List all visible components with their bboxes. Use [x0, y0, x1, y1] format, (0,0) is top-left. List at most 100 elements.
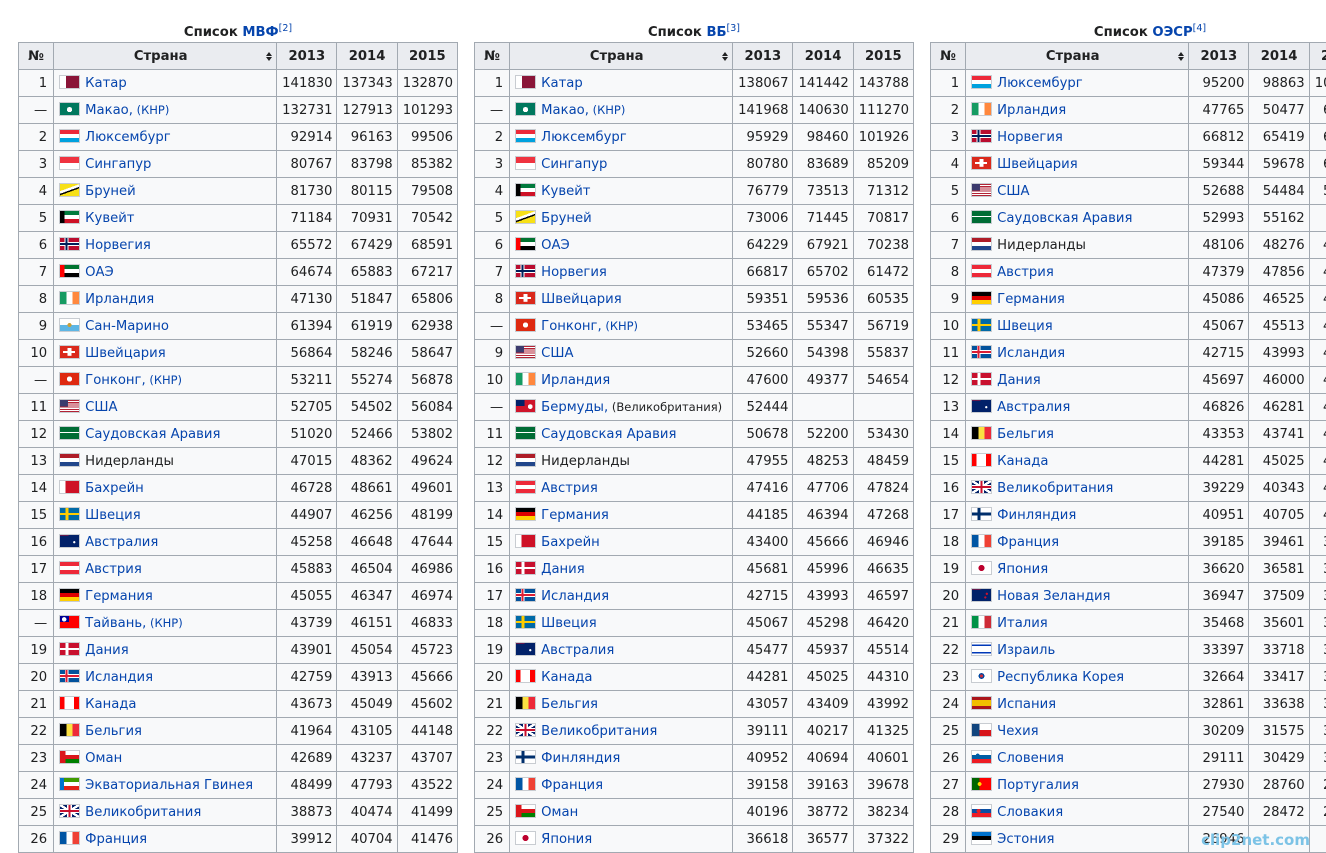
- year-header[interactable]: 2015: [396, 42, 459, 70]
- year-header[interactable]: 2013: [1188, 42, 1250, 70]
- country-link[interactable]: Норвегия: [85, 238, 151, 253]
- year-header[interactable]: 2015: [852, 42, 915, 70]
- rank-header[interactable]: №: [473, 42, 511, 70]
- country-link[interactable]: Франция: [85, 832, 147, 847]
- country-note[interactable]: (КНР): [146, 373, 182, 387]
- country-link[interactable]: США: [541, 346, 573, 361]
- country-link[interactable]: Сингапур: [541, 157, 607, 172]
- country-link[interactable]: Бермуды,: [541, 400, 608, 415]
- country-link[interactable]: Австрия: [85, 562, 142, 577]
- country-note[interactable]: (КНР): [589, 103, 626, 117]
- country-link[interactable]: Ирландия: [85, 292, 154, 307]
- country-link[interactable]: Норвегия: [541, 265, 607, 280]
- country-link[interactable]: Исландия: [541, 589, 609, 604]
- country-link[interactable]: ОАЭ: [541, 238, 570, 253]
- country-link[interactable]: Люксембург: [85, 130, 171, 145]
- country-header[interactable]: Страна: [965, 42, 1190, 70]
- country-link[interactable]: Чехия: [997, 724, 1038, 739]
- year-header[interactable]: 2015: [1308, 42, 1326, 70]
- country-link[interactable]: Нидерланды: [85, 454, 174, 469]
- country-link[interactable]: Швеция: [85, 508, 140, 523]
- sort-icon[interactable]: [266, 52, 273, 62]
- country-link[interactable]: Австралия: [85, 535, 158, 550]
- country-link[interactable]: Швейцария: [85, 346, 166, 361]
- year-header[interactable]: 2014: [792, 42, 854, 70]
- country-link[interactable]: Оман: [541, 805, 578, 820]
- country-link[interactable]: Израиль: [997, 643, 1055, 658]
- country-link[interactable]: Бруней: [541, 211, 592, 226]
- country-link[interactable]: Дания: [85, 643, 129, 658]
- country-link[interactable]: Великобритания: [85, 805, 201, 820]
- year-header[interactable]: 2013: [732, 42, 794, 70]
- country-link[interactable]: Австралия: [997, 400, 1070, 415]
- country-link[interactable]: Япония: [541, 832, 592, 847]
- country-note[interactable]: (КНР): [602, 319, 638, 333]
- country-link[interactable]: Новая Зеландия: [997, 589, 1110, 604]
- caption-source-link[interactable]: МВФ: [242, 25, 278, 40]
- country-link[interactable]: Португалия: [997, 778, 1079, 793]
- country-link[interactable]: Великобритания: [997, 481, 1113, 496]
- country-link[interactable]: Швейцария: [541, 292, 622, 307]
- country-link[interactable]: Канада: [541, 670, 592, 685]
- country-link[interactable]: США: [997, 184, 1029, 199]
- caption-reference-link[interactable]: [2]: [279, 23, 292, 34]
- country-link[interactable]: Финляндия: [541, 751, 620, 766]
- country-link[interactable]: Канада: [997, 454, 1048, 469]
- country-link[interactable]: Бахрейн: [85, 481, 144, 496]
- country-link[interactable]: Республика Корея: [997, 670, 1124, 685]
- country-link[interactable]: Словения: [997, 751, 1064, 766]
- country-link[interactable]: Франция: [541, 778, 603, 793]
- country-link[interactable]: Германия: [997, 292, 1065, 307]
- year-header[interactable]: 2013: [276, 42, 338, 70]
- country-link[interactable]: Дания: [541, 562, 585, 577]
- country-link[interactable]: Катар: [85, 76, 127, 91]
- country-link[interactable]: Ирландия: [997, 103, 1066, 118]
- country-link[interactable]: Испания: [997, 697, 1056, 712]
- country-link[interactable]: Швеция: [997, 319, 1052, 334]
- country-link[interactable]: Тайвань,: [85, 616, 146, 631]
- country-link[interactable]: Нидерланды: [541, 454, 630, 469]
- country-link[interactable]: Бельгия: [85, 724, 142, 739]
- country-link[interactable]: Люксембург: [997, 76, 1083, 91]
- country-link[interactable]: Дания: [997, 373, 1041, 388]
- country-link[interactable]: Австралия: [541, 643, 614, 658]
- country-link[interactable]: Бельгия: [541, 697, 598, 712]
- caption-reference-link[interactable]: [3]: [727, 23, 740, 34]
- rank-header[interactable]: №: [17, 42, 55, 70]
- year-header[interactable]: 2014: [1248, 42, 1310, 70]
- country-link[interactable]: Оман: [85, 751, 122, 766]
- country-link[interactable]: Исландия: [85, 670, 153, 685]
- country-link[interactable]: Словакия: [997, 805, 1063, 820]
- country-link[interactable]: Кувейт: [85, 211, 134, 226]
- country-link[interactable]: Сан-Марино: [85, 319, 169, 334]
- country-link[interactable]: Катар: [541, 76, 583, 91]
- caption-source-link[interactable]: ВБ: [706, 25, 726, 40]
- country-note[interactable]: (КНР): [133, 103, 170, 117]
- sort-icon[interactable]: [722, 52, 729, 62]
- country-link[interactable]: Нидерланды: [997, 238, 1086, 253]
- country-link[interactable]: Макао,: [85, 103, 133, 118]
- country-link[interactable]: Бельгия: [997, 427, 1054, 442]
- country-link[interactable]: Великобритания: [541, 724, 657, 739]
- country-link[interactable]: Италия: [997, 616, 1048, 631]
- country-header[interactable]: Страна: [53, 42, 278, 70]
- country-link[interactable]: Швеция: [541, 616, 596, 631]
- country-link[interactable]: Саудовская Аравия: [997, 211, 1132, 226]
- country-link[interactable]: Гонконг,: [541, 319, 602, 334]
- country-link[interactable]: Сингапур: [85, 157, 151, 172]
- country-link[interactable]: Австрия: [997, 265, 1054, 280]
- country-link[interactable]: Германия: [541, 508, 609, 523]
- country-link[interactable]: Ирландия: [541, 373, 610, 388]
- sort-icon[interactable]: [1178, 52, 1185, 62]
- caption-reference-link[interactable]: [4]: [1193, 23, 1206, 34]
- country-link[interactable]: Саудовская Аравия: [85, 427, 220, 442]
- country-link[interactable]: Люксембург: [541, 130, 627, 145]
- country-link[interactable]: Кувейт: [541, 184, 590, 199]
- country-header[interactable]: Страна: [509, 42, 734, 70]
- caption-source-link[interactable]: ОЭСР: [1152, 25, 1192, 40]
- country-link[interactable]: Австрия: [541, 481, 598, 496]
- country-link[interactable]: Швейцария: [997, 157, 1078, 172]
- country-link[interactable]: Финляндия: [997, 508, 1076, 523]
- country-link[interactable]: Эстония: [997, 832, 1054, 847]
- country-link[interactable]: Экваториальная Гвинея: [85, 778, 253, 793]
